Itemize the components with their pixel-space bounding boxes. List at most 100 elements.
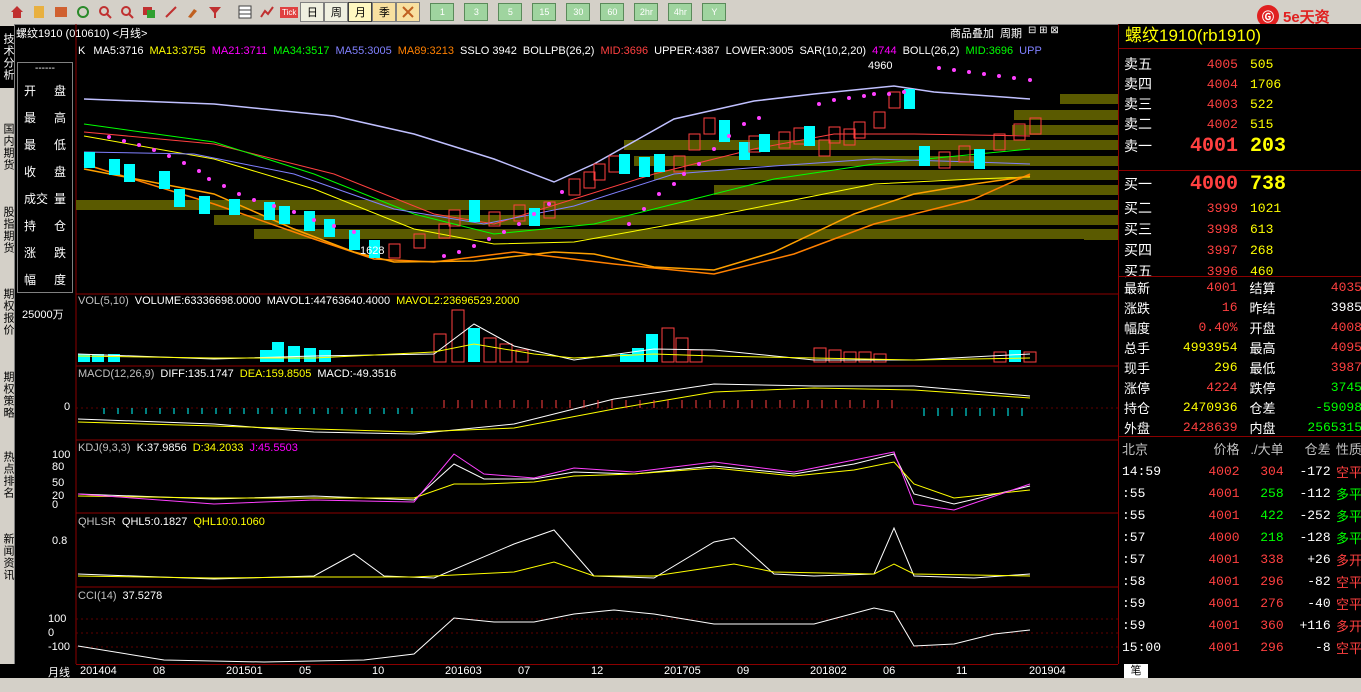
ask-row[interactable]: 卖四 4004 1706 <box>1119 74 1361 94</box>
cci-header: CCI(14) 37.5278 <box>78 590 168 602</box>
tick-button[interactable]: Tick <box>280 3 299 21</box>
candle-bar <box>568 178 581 196</box>
orderbook-label: 卖一 <box>1124 138 1152 154</box>
qhlsr-qhl10-line <box>77 561 1031 579</box>
ask-row[interactable]: 卖一 4001 203 <box>1119 135 1361 158</box>
sar-dot <box>222 184 226 188</box>
period-30min-button[interactable]: 30 <box>566 3 591 21</box>
kdj-j-line <box>77 451 1031 511</box>
cci-value: 37.5278 <box>122 590 163 602</box>
kdj-axis-tick: 80 <box>52 461 65 473</box>
tick-v: 304 <box>1260 463 1284 479</box>
orderbook-price: 3998 <box>1206 221 1238 237</box>
candle-bar <box>279 206 290 224</box>
tick-t: :57 <box>1122 529 1146 545</box>
chart-canvas[interactable] <box>14 24 1118 678</box>
ask-row[interactable]: 卖三 4003 522 <box>1119 94 1361 114</box>
stat-row: 涨停 4224 跌停 3745 <box>1119 377 1361 397</box>
tick-p: 4002 <box>1208 463 1240 479</box>
popup-label: 收 <box>24 165 37 179</box>
bid-row[interactable]: 买一 4000 738 <box>1119 173 1361 196</box>
stat-row: 现手 296 最低 3987 <box>1119 357 1361 377</box>
draw-icon[interactable] <box>162 3 180 21</box>
sar-dot <box>862 94 866 98</box>
filter-icon[interactable] <box>206 3 224 21</box>
ask-row[interactable]: 卖五 4005 505 <box>1119 54 1361 74</box>
stat-v: 4001 <box>1206 279 1238 295</box>
bid-row[interactable]: 买二 3999 1021 <box>1119 198 1361 218</box>
orderbook-label: 卖三 <box>1124 96 1152 112</box>
tab-option-strategy[interactable]: 期权策略 <box>0 364 14 426</box>
sar-dot <box>887 92 891 96</box>
popup-dash: ------ <box>35 63 55 74</box>
tab-technical-analysis[interactable]: 技术分析 <box>0 26 14 88</box>
period-day-button[interactable]: 日 <box>300 2 325 22</box>
period-15min-button[interactable]: 15 <box>532 3 557 21</box>
tick-v: 276 <box>1260 595 1284 611</box>
tick-o: +116 <box>1299 617 1331 633</box>
memo-icon[interactable] <box>30 3 48 21</box>
candle-bar <box>109 159 120 175</box>
period-60min-button[interactable]: 60 <box>600 3 625 21</box>
kdj-header: KDJ(9,3,3) K:37.9856 D:34.2033 J:45.5503 <box>78 442 304 454</box>
ma-value: MA89:3213 <box>397 45 455 57</box>
refresh-icon[interactable] <box>74 3 92 21</box>
overlay-commodity-link[interactable]: 商品叠加 <box>950 25 994 41</box>
brush-icon[interactable] <box>184 3 202 21</box>
volume-bar <box>304 348 316 362</box>
period-year-button[interactable] <box>396 2 421 22</box>
line-chart-icon[interactable] <box>258 3 276 21</box>
popup-label: 持 <box>24 219 37 233</box>
tick-t: :57 <box>1122 551 1146 567</box>
period-month-button[interactable]: 月 <box>348 2 373 22</box>
sar-dot <box>742 122 746 126</box>
tab-news[interactable]: 新闻资讯 <box>0 526 14 588</box>
stat-v: 296 <box>1214 359 1238 375</box>
bid-row[interactable]: 买四 3997 268 <box>1119 240 1361 260</box>
tab-option-quotes[interactable]: 期权报价 <box>0 281 14 343</box>
nav-arrow-icons[interactable]: ⊟ ⊞ ⊠ <box>1028 25 1059 41</box>
period-5min-button[interactable]: 5 <box>498 3 523 21</box>
stat-row: 外盘 2428639 内盘 2565315 <box>1119 417 1361 437</box>
window-icon[interactable] <box>140 3 158 21</box>
stat-l: 总手 <box>1124 340 1151 356</box>
period-2hr-button[interactable]: 2hr <box>634 3 659 21</box>
period-link[interactable]: 周期 <box>1000 25 1022 41</box>
zoom-out-icon[interactable] <box>118 3 136 21</box>
tick-ty: 多开 <box>1335 618 1361 634</box>
period-1min-button[interactable]: 1 <box>430 3 455 21</box>
orderbook-label: 买四 <box>1124 242 1152 258</box>
popup-row: 幅度 <box>18 266 72 293</box>
period-year-green-button[interactable]: Y <box>702 3 727 21</box>
mavol2-line <box>77 343 1031 361</box>
sar-dot <box>197 169 201 173</box>
tick-header-cell: 仓差 <box>1304 441 1331 457</box>
x-axis-tick: 06 <box>883 665 896 677</box>
tab-hot-ranking[interactable]: 热点排名 <box>0 444 14 506</box>
mavol1-line <box>77 323 1031 361</box>
orderbook-label: 卖四 <box>1124 76 1152 92</box>
sar-dot <box>292 210 296 214</box>
sar-dot <box>137 143 141 147</box>
home-icon[interactable] <box>8 3 26 21</box>
tab-domestic-futures[interactable]: 国内期货 <box>0 116 14 178</box>
x-axis-tick: 11 <box>956 665 968 677</box>
tick-o: -128 <box>1299 529 1331 545</box>
tab-index-futures[interactable]: 股指期货 <box>0 199 14 261</box>
ticks-tab[interactable]: 笔 <box>1124 664 1148 678</box>
tick-t: :59 <box>1122 617 1146 633</box>
sar-dot <box>967 70 971 74</box>
bid-row[interactable]: 买三 3998 613 <box>1119 219 1361 239</box>
sar-dot <box>182 161 186 165</box>
orderbook-vol: 1706 <box>1250 76 1282 92</box>
period-3min-button[interactable]: 3 <box>464 3 489 21</box>
news-icon[interactable] <box>52 3 70 21</box>
qhlsr-axis-label: 0.8 <box>52 535 68 547</box>
period-quarter-button[interactable]: 季 <box>372 2 397 22</box>
zoom-in-icon[interactable] <box>96 3 114 21</box>
period-4hr-button[interactable]: 4hr <box>668 3 693 21</box>
ask-row[interactable]: 卖二 4002 515 <box>1119 114 1361 134</box>
popup-label: 跌 <box>53 246 66 260</box>
period-week-button[interactable]: 周 <box>324 2 349 22</box>
table-icon[interactable] <box>236 3 254 21</box>
